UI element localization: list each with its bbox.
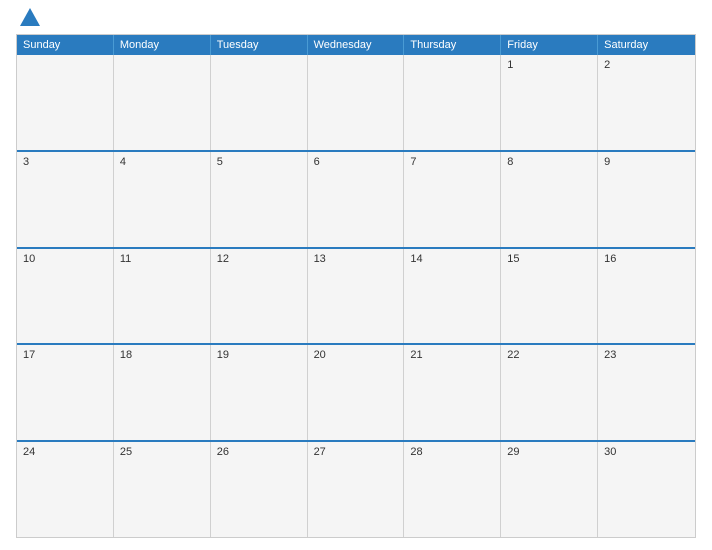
day-cell [17, 55, 114, 150]
day-number: 25 [120, 446, 204, 458]
day-header-tuesday: Tuesday [211, 35, 308, 55]
day-cell: 13 [308, 249, 405, 344]
day-number: 2 [604, 59, 689, 71]
day-cell: 5 [211, 152, 308, 247]
week-row-2: 3 4 5 67 8 9 [17, 150, 695, 247]
day-cell: 2 [598, 55, 695, 150]
day-number: 13 [314, 253, 398, 265]
day-number: 24 [23, 446, 107, 458]
day-number: 10 [23, 253, 107, 265]
day-cell [211, 55, 308, 150]
day-cell: 27 [308, 442, 405, 537]
day-header-friday: Friday [501, 35, 598, 55]
day-cell: 12 [211, 249, 308, 344]
day-header-monday: Monday [114, 35, 211, 55]
day-number: 12 [217, 253, 301, 265]
day-cell: 17 [17, 345, 114, 440]
day-cell: 28 [404, 442, 501, 537]
day-cell: 21 [404, 345, 501, 440]
day-number: 30 [604, 446, 689, 458]
day-number: 23 [604, 349, 689, 361]
calendar-grid: SundayMondayTuesdayWednesdayThursdayFrid… [16, 34, 696, 538]
day-cell: 22 [501, 345, 598, 440]
day-cell: 18 [114, 345, 211, 440]
logo [16, 12, 40, 26]
day-number: 27 [314, 446, 398, 458]
day-number: 29 [507, 446, 591, 458]
day-number: 1 [507, 59, 591, 71]
day-cell: 10 [17, 249, 114, 344]
day-number: 22 [507, 349, 591, 361]
day-number: 11 [120, 253, 204, 265]
day-cell: 3 [17, 152, 114, 247]
day-number: 20 [314, 349, 398, 361]
day-number: 21 [410, 349, 494, 361]
day-number: 3 [23, 156, 107, 168]
day-cell: 20 [308, 345, 405, 440]
day-cell: 1 [501, 55, 598, 150]
day-number: 18 [120, 349, 204, 361]
weeks-container: 1234567891011121314151617181920212223242… [17, 55, 695, 537]
day-number: 17 [23, 349, 107, 361]
day-number: 26 [217, 446, 301, 458]
day-cell: 6 [308, 152, 405, 247]
day-number: 15 [507, 253, 591, 265]
day-cell: 24 [17, 442, 114, 537]
day-cell: 7 [404, 152, 501, 247]
day-number: 8 [507, 156, 591, 168]
week-row-3: 10 11 12 13 14 15 16 [17, 247, 695, 344]
day-cell: 11 [114, 249, 211, 344]
week-row-5: 24 25 26 27 28 29 30 [17, 440, 695, 537]
day-cell [114, 55, 211, 150]
day-number: 28 [410, 446, 494, 458]
week-row-4: 17 18 19 20 21 22 23 [17, 343, 695, 440]
day-headers-row: SundayMondayTuesdayWednesdayThursdayFrid… [17, 35, 695, 55]
day-number: 19 [217, 349, 301, 361]
logo-triangle-icon [20, 8, 40, 26]
day-number: 16 [604, 253, 689, 265]
day-cell [404, 55, 501, 150]
day-cell: 14 [404, 249, 501, 344]
day-header-wednesday: Wednesday [308, 35, 405, 55]
day-header-sunday: Sunday [17, 35, 114, 55]
day-cell: 19 [211, 345, 308, 440]
day-cell: 30 [598, 442, 695, 537]
week-row-1: 12 [17, 55, 695, 150]
day-number: 6 [314, 156, 398, 168]
day-cell: 16 [598, 249, 695, 344]
day-number: 14 [410, 253, 494, 265]
day-cell: 26 [211, 442, 308, 537]
day-cell: 9 [598, 152, 695, 247]
header [16, 12, 696, 26]
day-number: 4 [120, 156, 204, 168]
day-number: 9 [604, 156, 689, 168]
day-cell: 29 [501, 442, 598, 537]
day-cell: 8 [501, 152, 598, 247]
day-cell: 23 [598, 345, 695, 440]
calendar-page: SundayMondayTuesdayWednesdayThursdayFrid… [0, 0, 712, 550]
day-cell: 25 [114, 442, 211, 537]
day-header-saturday: Saturday [598, 35, 695, 55]
day-cell [308, 55, 405, 150]
day-cell: 15 [501, 249, 598, 344]
day-number: 5 [217, 156, 301, 168]
day-number: 7 [410, 156, 494, 168]
day-header-thursday: Thursday [404, 35, 501, 55]
day-cell: 4 [114, 152, 211, 247]
